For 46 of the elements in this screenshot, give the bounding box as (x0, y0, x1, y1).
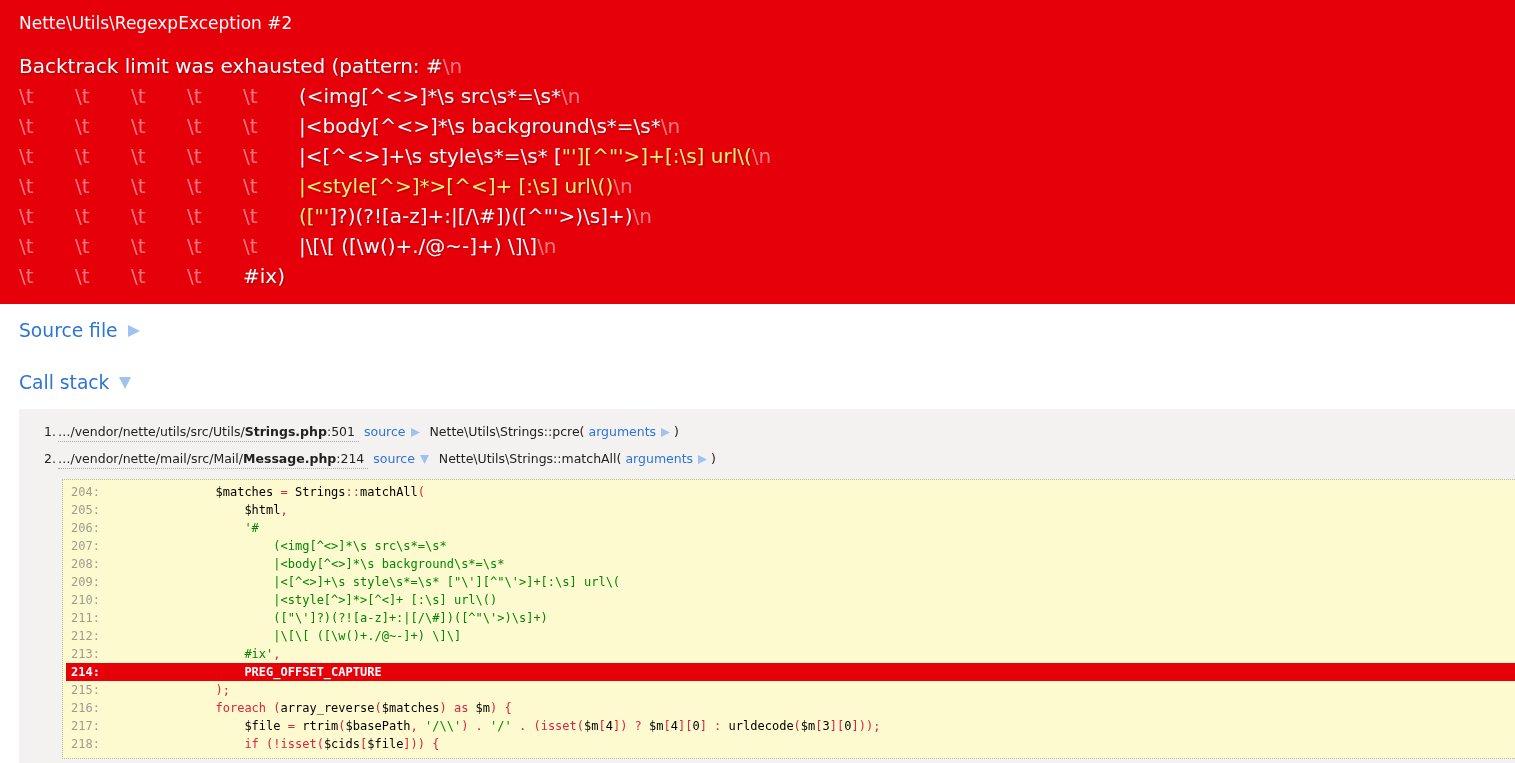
code-text: |<body[^<>]*\s background\s*=\s* (273, 556, 505, 573)
line-number: 205: (71, 502, 100, 519)
source-toggle[interactable]: source (373, 449, 429, 469)
error-message: Backtrack limit was exhausted (pattern: #\n \t \t \t \t \t (<img[^<>]*\s src\s*=\s*\n \t \t \t \t \t |<body[^<>]*\s background\s*=\s*\n \t \t \t \t \t |<[^<>]+\s style\s*=\s* ["'][^"'>]+[:\s] url\(\n \t \t \t \t \t |<style[^>]*>[^<]+ [:\s] url\()\n \t \t \t \t \t (["']?)(?![a-z]+:|[/\#])([^"'>)\s]+)\n \t \t \t \t \t |\[\[ ([\w()+./@~-]+) \]\]\n \t \t \t \t #ix) (19, 53, 772, 290)
frame-number: 2. (44, 450, 56, 468)
code-text: ); (215, 682, 230, 699)
arguments-toggle[interactable]: arguments (625, 449, 708, 469)
file-link[interactable]: …/vendor/nette/mail/src/Mail/Message.php:214 (58, 449, 369, 469)
line-number: 209: (71, 574, 100, 591)
source-toggle[interactable]: source (364, 422, 420, 442)
code-text: |<[^<>]+\s style\s*=\s* ["\'][^"\'>]+[:\s] url\( (273, 574, 621, 591)
line-number: 215: (71, 682, 100, 699)
code-text: #ix', (244, 646, 281, 663)
line-number: 204: (71, 484, 100, 501)
line-number: 210: (71, 592, 100, 609)
line-number: 218: (71, 736, 100, 753)
line-number: 217: (71, 718, 100, 735)
line-number: 208: (71, 556, 100, 573)
code-text: $html, (244, 502, 288, 519)
line-number: 212: (71, 628, 100, 645)
function-call: Nette\Utils\Strings::matchAll( (438, 450, 622, 468)
code-text: foreach (array_reverse($matches) as $m) { (215, 700, 512, 717)
code-text: PREG_OFFSET_CAPTURE (244, 664, 382, 681)
code-text: (["\']?)(?![a-z]+:|[/\#])([^"\'>)\s]+) (273, 610, 548, 627)
code-text: if (!isset($cids[$file])) { (244, 736, 440, 753)
closing-parenthesis: ) (711, 450, 716, 468)
exception-title: Nette\Utils\RegexpException #2 (19, 13, 293, 33)
section-toggle[interactable]: Source file (19, 319, 140, 343)
code-text: '# (244, 520, 259, 537)
line-number: 211: (71, 610, 100, 627)
function-call: Nette\Utils\Strings::pcre( (429, 423, 585, 441)
file-link[interactable]: …/vendor/nette/utils/src/Utils/Strings.php:501 (58, 422, 359, 442)
closing-parenthesis: ) (674, 423, 679, 441)
code-text: $matches = Strings::matchAll( (215, 484, 426, 501)
code-text: |<style[^>]*>[^<]+ [:\s] url\() (273, 592, 498, 609)
arguments-toggle[interactable]: arguments (588, 422, 671, 442)
line-number: 214: (71, 664, 100, 681)
line-number: 216: (71, 700, 100, 717)
line-number: 206: (71, 520, 100, 537)
line-number: 213: (71, 646, 100, 663)
code-text: $file = rtrim($basePath, '/\\') . '/' . (isset($m[4]) ? $m[4][0] : urldecode($m[3][0])); (244, 718, 881, 735)
code-text: (<img[^<>]*\s src\s*=\s* (273, 538, 447, 555)
code-text: |\[\[ ([\w()+./@~-]+) \]\] (273, 628, 462, 645)
frame-number: 1. (44, 423, 56, 441)
line-number: 207: (71, 538, 100, 555)
section-toggle[interactable]: Call stack (19, 371, 132, 395)
